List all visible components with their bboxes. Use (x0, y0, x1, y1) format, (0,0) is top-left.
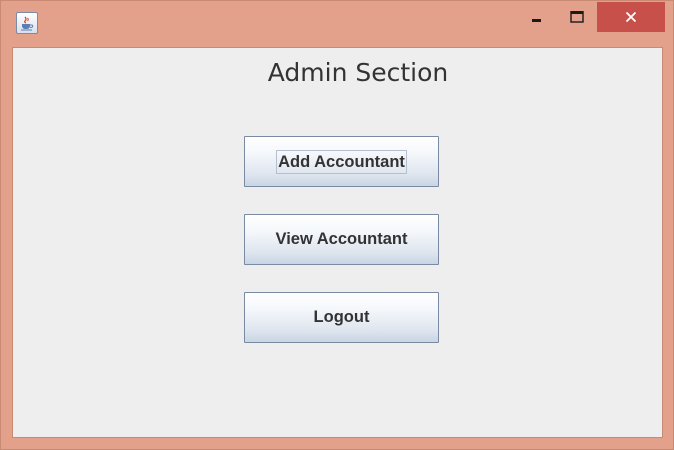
page-title: Admin Section (267, 58, 449, 87)
java-cup-icon[interactable] (16, 12, 38, 34)
close-button[interactable] (597, 2, 665, 32)
app-window: Admin Section Add Accountant View Accoun… (0, 0, 674, 450)
add-accountant-button[interactable]: Add Accountant (244, 136, 439, 187)
logout-label: Logout (313, 308, 370, 326)
maximize-button[interactable] (557, 2, 597, 32)
view-accountant-button[interactable]: View Accountant (244, 214, 439, 265)
add-accountant-label: Add Accountant (276, 149, 407, 174)
title-bar[interactable] (1, 1, 673, 45)
maximize-icon (570, 11, 584, 23)
minimize-icon (532, 19, 541, 22)
minimize-button[interactable] (517, 2, 557, 32)
admin-panel: Admin Section Add Accountant View Accoun… (12, 47, 663, 438)
view-accountant-label: View Accountant (275, 230, 408, 248)
logout-button[interactable]: Logout (244, 292, 439, 343)
close-icon (625, 11, 637, 23)
